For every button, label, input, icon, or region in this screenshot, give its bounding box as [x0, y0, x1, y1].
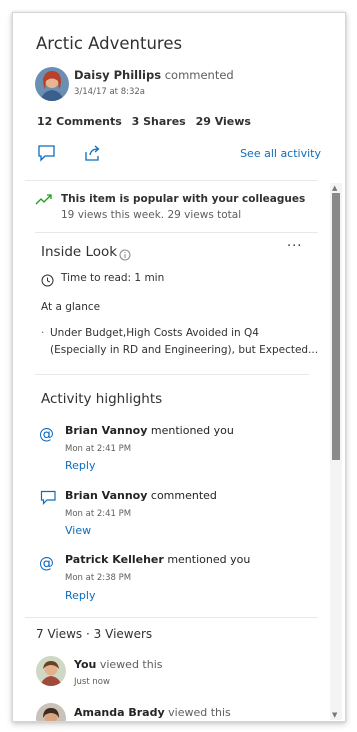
activity-item-name[interactable]: Brian Vannoy	[65, 489, 147, 502]
bullet-marker: ·	[41, 327, 45, 339]
reply-link[interactable]: Reply	[65, 589, 95, 602]
activity-item-text: Patrick Kelleher mentioned you	[65, 553, 250, 566]
activity-item-time: Mon at 2:41 PM	[65, 444, 132, 454]
view-link[interactable]: View	[65, 524, 91, 537]
views-count: 29 Views	[195, 115, 251, 128]
views-total: 7 Views	[36, 627, 83, 641]
activity-item-text: Brian Vannoy mentioned you	[65, 424, 234, 437]
glance-bullet-line2: (Especially in RD and Engineering), but …	[50, 344, 319, 356]
info-icon[interactable]	[119, 246, 131, 265]
avatar[interactable]	[36, 703, 66, 721]
comments-count: 12 Comments	[37, 115, 122, 128]
activity-item-time: Mon at 2:38 PM	[65, 573, 132, 583]
author-action: commented	[164, 68, 234, 82]
activity-item-action: mentioned you	[150, 424, 234, 437]
views-separator: ·	[86, 627, 90, 641]
activity-item-action: commented	[150, 489, 217, 502]
document-title: Arctic Adventures	[36, 34, 183, 53]
share-icon[interactable]	[83, 144, 103, 162]
author-name[interactable]: Daisy Phillips	[74, 68, 161, 82]
popular-title: This item is popular with your colleague…	[61, 193, 306, 205]
more-options-button[interactable]: ···	[287, 239, 302, 254]
viewer-time: Just now	[74, 677, 110, 687]
reply-link[interactable]: Reply	[65, 459, 95, 472]
scrollbar[interactable]: ▲ ▼	[330, 183, 342, 720]
avatar[interactable]	[35, 67, 69, 101]
glance-bullet-line1: Under Budget,High Costs Avoided in Q4	[50, 327, 259, 339]
viewer-name[interactable]: You	[74, 658, 96, 671]
activity-card: Arctic Adventures Daisy Phillips comment…	[12, 12, 346, 722]
avatar[interactable]	[36, 656, 66, 686]
inside-look-title: Inside Look	[41, 244, 118, 260]
see-all-activity-link[interactable]: See all activity	[240, 147, 321, 160]
comment-icon	[40, 490, 57, 509]
stats-row: 12 Comments 3 Shares 29 Views	[37, 115, 257, 128]
at-mention-icon: @	[39, 554, 54, 572]
scrollbar-thumb[interactable]	[332, 193, 340, 460]
viewer-text: You viewed this	[74, 658, 163, 671]
divider	[25, 180, 318, 181]
divider	[35, 374, 309, 375]
viewers-total: 3 Viewers	[93, 627, 153, 641]
scroll-up-arrow-icon[interactable]: ▲	[332, 184, 337, 192]
divider	[35, 232, 318, 233]
viewer-action: viewed this	[99, 658, 163, 671]
trending-icon	[35, 191, 53, 210]
viewer-action: viewed this	[168, 706, 231, 719]
viewer-name[interactable]: Amanda Brady	[74, 706, 165, 719]
popular-subtitle: 19 views this week. 29 views total	[61, 209, 242, 221]
clock-icon	[41, 272, 54, 291]
activity-item-name[interactable]: Brian Vannoy	[65, 424, 147, 437]
scroll-down-arrow-icon[interactable]: ▼	[332, 711, 337, 719]
time-to-read: Time to read: 1 min	[61, 272, 165, 284]
author-date: 3/14/17 at 8:32a	[74, 87, 146, 97]
shares-count: 3 Shares	[131, 115, 186, 128]
divider	[25, 617, 318, 618]
activity-highlights-title: Activity highlights	[41, 391, 163, 407]
viewer-text: Amanda Brady viewed this	[74, 706, 231, 719]
author-line: Daisy Phillips commented	[74, 68, 234, 82]
activity-item-name[interactable]: Patrick Kelleher	[65, 553, 164, 566]
at-a-glance-label: At a glance	[41, 301, 101, 313]
at-mention-icon: @	[39, 425, 54, 443]
views-summary: 7 Views · 3 Viewers	[36, 627, 152, 641]
activity-item-action: mentioned you	[167, 553, 251, 566]
activity-item-time: Mon at 2:41 PM	[65, 509, 132, 519]
activity-item-text: Brian Vannoy commented	[65, 489, 217, 502]
comment-icon[interactable]	[37, 144, 57, 162]
